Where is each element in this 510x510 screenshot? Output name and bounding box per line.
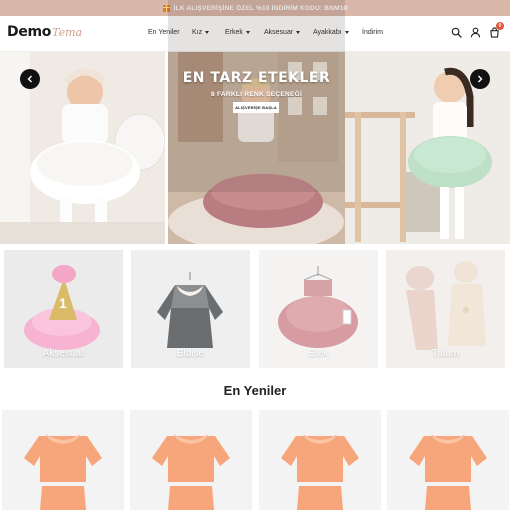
product-grid (0, 410, 510, 510)
category-label: Aksesuar (42, 348, 85, 359)
cart-button[interactable]: 0 (489, 22, 504, 38)
product-card[interactable] (387, 410, 509, 510)
product-image (130, 410, 252, 510)
svg-text:1: 1 (59, 295, 67, 311)
category-label: Elbise (176, 348, 205, 359)
cart-count-badge: 0 (496, 22, 504, 30)
slider-prev-button[interactable] (20, 69, 40, 89)
shop-now-button[interactable]: ALIŞVERİŞE BAŞLA (233, 102, 279, 113)
product-image (259, 410, 381, 510)
product-card[interactable] (259, 410, 381, 510)
chevron-right-icon (478, 75, 483, 83)
logo-main-text: Demo (7, 24, 52, 40)
search-icon[interactable] (451, 27, 462, 38)
product-card[interactable] (2, 410, 124, 510)
logo-script-text: Tema (52, 26, 83, 39)
site-logo[interactable]: Demo Tema (7, 24, 82, 40)
product-image (2, 410, 124, 510)
category-label: Etek (308, 348, 329, 359)
hero-subtitle: 8 FARKLI RENK SEÇENEĞİ (210, 91, 303, 98)
product-image (387, 410, 509, 510)
header-icons: 0 (451, 22, 504, 38)
nav-item-indirim[interactable]: İndirim (362, 29, 383, 36)
caret-down-icon (344, 31, 349, 34)
category-card-aksesuar[interactable]: 1 Aksesuar (4, 250, 123, 368)
category-card-elbise[interactable]: Elbise (131, 250, 250, 368)
product-card[interactable] (130, 410, 252, 510)
nav-item-label: İndirim (362, 29, 384, 36)
chevron-left-icon (27, 75, 32, 83)
category-card-tulum[interactable]: Tulum (386, 250, 505, 368)
category-label: Tulum (431, 348, 460, 359)
user-icon[interactable] (470, 27, 481, 38)
category-grid: 1 Aksesuar Elbise Etek Tulum (4, 250, 506, 368)
hero-title: EN TARZ ETEKLER (182, 70, 331, 86)
slider-next-button[interactable] (470, 69, 490, 89)
section-title: En Yeniler (223, 383, 287, 398)
category-card-etek[interactable]: Etek (259, 250, 378, 368)
